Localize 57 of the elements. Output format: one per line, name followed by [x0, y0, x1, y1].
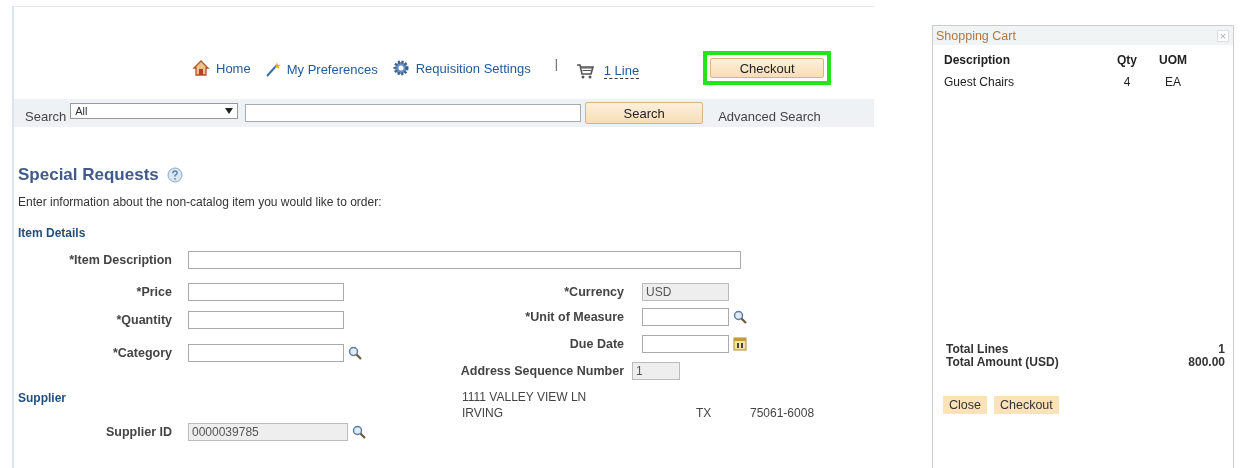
state-text: TX	[696, 406, 713, 420]
advanced-search-link[interactable]: Advanced Search	[718, 108, 821, 124]
column-header: Qty	[1116, 53, 1138, 67]
section-heading: Supplier	[18, 391, 67, 407]
input-field[interactable]	[642, 334, 729, 353]
item-description-field[interactable]	[188, 251, 741, 269]
section-heading: Item Details	[18, 226, 87, 240]
field-label: *Currency	[563, 285, 625, 299]
input-field[interactable]	[642, 307, 729, 326]
zip-code: 75061-6008	[750, 406, 815, 420]
search-icon[interactable]	[733, 309, 747, 324]
table-cell-text: Guest Chairs	[944, 75, 1016, 89]
field-label: *Unit of Measure	[524, 309, 625, 324]
field-label: Due Date	[568, 336, 625, 351]
nav-link[interactable]: Requisition Settings	[391, 59, 531, 89]
search-icon[interactable]	[348, 345, 362, 360]
total-label: Total Lines	[946, 343, 1009, 356]
input-field[interactable]	[188, 343, 344, 362]
address-line: 1111 VALLEY VIEW LN	[462, 390, 588, 404]
total-value: 1	[1218, 343, 1225, 356]
cart-button[interactable]: Checkout	[993, 396, 1059, 414]
help-icon[interactable]	[166, 167, 183, 183]
column-header: UOM	[1158, 53, 1188, 67]
page-title: Special Requests	[18, 165, 159, 185]
checkout-button[interactable]: Checkout	[710, 58, 825, 78]
wand-icon	[264, 61, 281, 77]
city-text: IRVING	[462, 406, 505, 420]
input-field[interactable]	[188, 283, 344, 301]
total-label: Total Amount (USD)	[946, 356, 1059, 369]
cart-icon[interactable]	[575, 63, 594, 79]
field-label: *Item Description	[68, 253, 173, 267]
panel-title: Shopping Cart	[936, 28, 1016, 43]
field-label: Supplier ID	[105, 424, 173, 439]
cart-link[interactable]: 1 Line	[603, 63, 640, 79]
table-cell-text: 4	[1122, 75, 1132, 89]
search-icon[interactable]	[352, 424, 366, 439]
cart-button[interactable]: Close	[943, 396, 987, 414]
input-field[interactable]	[188, 310, 344, 329]
column-header: Description	[944, 53, 1011, 67]
search-label: Search	[25, 108, 67, 124]
search-field[interactable]	[245, 104, 582, 122]
search-button[interactable]: Search	[585, 102, 704, 124]
field-label: *Quantity	[115, 312, 173, 327]
separator: |	[554, 57, 558, 73]
nav-link[interactable]: Home	[192, 59, 251, 89]
field-label: *Price	[135, 285, 173, 299]
nav-link[interactable]: My Preferences	[264, 61, 378, 89]
house-icon	[192, 59, 210, 77]
field-label: Address Sequence Number	[459, 363, 625, 378]
calendar-icon[interactable]	[733, 336, 747, 351]
table-cell-text: EA	[1164, 75, 1182, 89]
gear-icon	[391, 59, 410, 77]
category-dropdown[interactable]: All	[70, 103, 239, 119]
instruction-text: Enter information about the non-catalog item you would like to order:	[18, 195, 383, 209]
dropdown-arrow-icon	[225, 108, 234, 114]
total-value: 800.00	[1188, 356, 1225, 369]
field-label: *Category	[111, 345, 173, 360]
